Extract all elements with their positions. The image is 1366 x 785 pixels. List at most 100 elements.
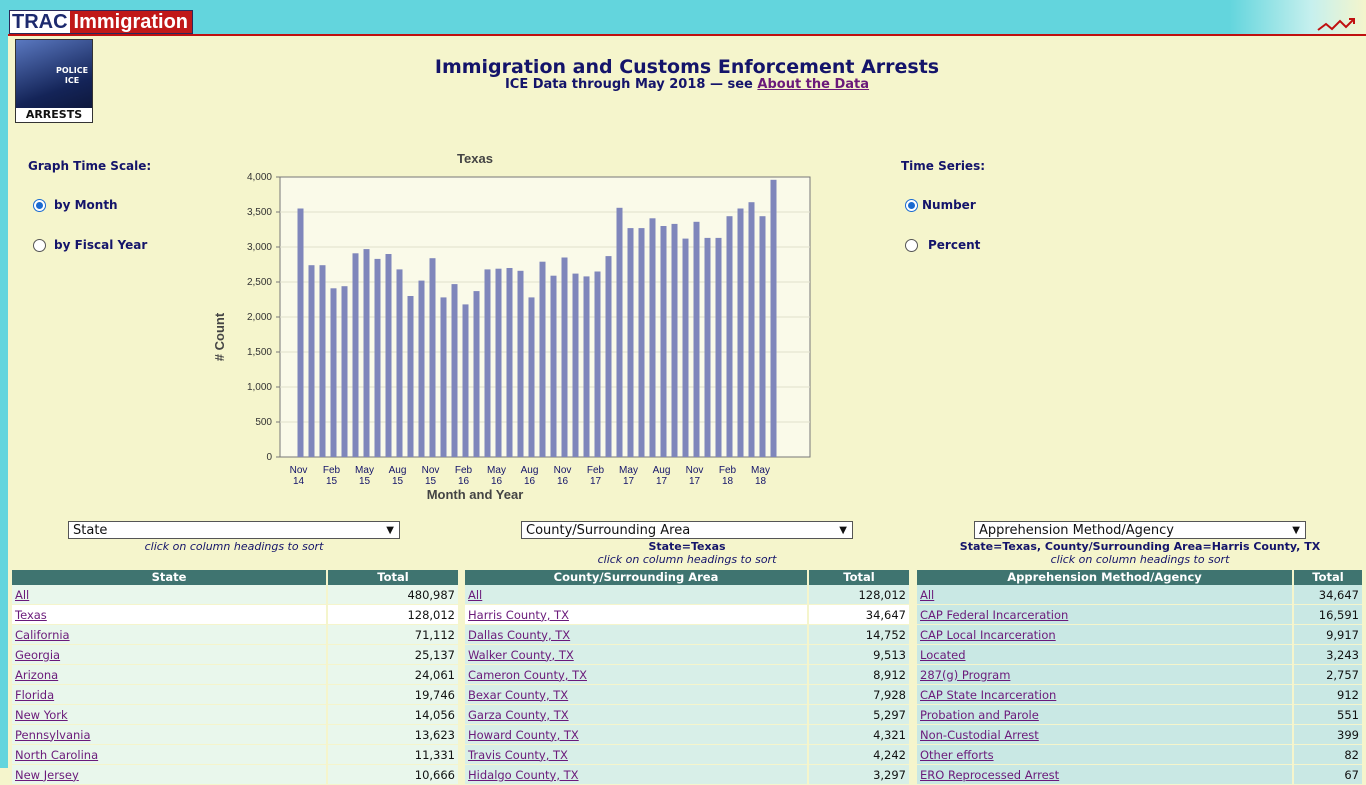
apprehension-dropdown[interactable]: Apprehension Method/Agency ▼ [974,521,1306,539]
county-dropdown[interactable]: County/Surrounding Area ▼ [521,521,853,539]
county-filter-text: State=Texas [648,540,726,553]
row-link[interactable]: Arizona [15,668,58,682]
table-row[interactable]: Walker County, TX 9,513 [465,645,909,665]
row-link[interactable]: Non-Custodial Arrest [920,728,1039,742]
row-link[interactable]: Harris County, TX [468,608,569,622]
radio-selected-icon[interactable] [905,198,918,212]
row-link[interactable]: Dallas County, TX [468,628,570,642]
table-row[interactable]: Non-Custodial Arrest 399 [917,725,1362,745]
by-month-radio[interactable]: by Month [33,198,118,212]
row-link[interactable]: Located [920,648,966,662]
column-header-name[interactable]: State [12,570,326,585]
x-tick-label-month: Feb [719,465,737,476]
radio-unselected-icon[interactable] [905,238,918,252]
row-total-cell: 128,012 [809,585,909,605]
column-header-total[interactable]: Total [328,570,458,585]
row-link[interactable]: Pennsylvania [15,728,91,742]
x-tick-label-month: May [487,465,506,476]
row-total-cell: 9,513 [809,645,909,665]
row-link[interactable]: Walker County, TX [468,648,574,662]
table-header-row: Apprehension Method/Agency Total [917,570,1362,585]
by-fiscal-year-radio[interactable]: by Fiscal Year [33,238,147,252]
table-row[interactable]: Pennsylvania 13,623 [12,725,458,745]
percent-radio[interactable]: Percent [905,238,980,252]
chart-title: Texas [457,151,493,166]
row-label-cell: New York [12,705,326,725]
radio-selected-icon[interactable] [33,198,46,212]
row-label-cell: Florida [12,685,326,705]
trac-immigration-logo[interactable]: TRAC Immigration [9,10,193,34]
table-row[interactable]: Georgia 25,137 [12,645,458,665]
sort-hint: click on column headings to sort [1050,553,1230,566]
chart-bar [363,249,370,457]
table-row[interactable]: All 34,647 [917,585,1362,605]
row-label-cell: ERO Reprocessed Arrest [917,765,1292,785]
table-row[interactable]: Harris County, TX 34,647 [465,605,909,625]
row-link[interactable]: Hidalgo County, TX [468,768,579,782]
row-link[interactable]: North Carolina [15,748,98,762]
column-header-total[interactable]: Total [1294,570,1362,585]
table-row[interactable]: CAP Federal Incarceration 16,591 [917,605,1362,625]
row-label-cell: Probation and Parole [917,705,1292,725]
row-link[interactable]: New Jersey [15,768,79,782]
table-row[interactable]: California 71,112 [12,625,458,645]
table-row[interactable]: Located 3,243 [917,645,1362,665]
row-link[interactable]: Garza County, TX [468,708,569,722]
row-link[interactable]: Georgia [15,648,60,662]
row-link[interactable]: CAP Local Incarceration [920,628,1056,642]
row-link[interactable]: New York [15,708,68,722]
row-label-cell: Located [917,645,1292,665]
number-radio[interactable]: Number [905,198,976,212]
row-link[interactable]: CAP Federal Incarceration [920,608,1068,622]
column-header-total[interactable]: Total [809,570,909,585]
row-total-cell: 10,666 [328,765,458,785]
row-link[interactable]: Probation and Parole [920,708,1039,722]
table-row[interactable]: Howard County, TX 4,321 [465,725,909,745]
y-tick-label: 500 [255,417,272,428]
row-link[interactable]: Howard County, TX [468,728,579,742]
table-row[interactable]: Travis County, TX 4,242 [465,745,909,765]
column-header-name[interactable]: Apprehension Method/Agency [917,570,1292,585]
row-link[interactable]: California [15,628,70,642]
table-row[interactable]: Texas 128,012 [12,605,458,625]
row-link[interactable]: All [468,588,482,602]
chart-bar [451,284,458,457]
table-row[interactable]: Probation and Parole 551 [917,705,1362,725]
table-row[interactable]: ERO Reprocessed Arrest 67 [917,765,1362,785]
x-tick-label-year: 18 [722,476,734,487]
table-row[interactable]: North Carolina 11,331 [12,745,458,765]
table-row[interactable]: Cameron County, TX 8,912 [465,665,909,685]
row-link[interactable]: CAP State Incarceration [920,688,1056,702]
row-link[interactable]: All [920,588,934,602]
table-row[interactable]: Garza County, TX 5,297 [465,705,909,725]
row-link[interactable]: Cameron County, TX [468,668,587,682]
table-row[interactable]: Dallas County, TX 14,752 [465,625,909,645]
table-row[interactable]: New Jersey 10,666 [12,765,458,785]
radio-unselected-icon[interactable] [33,238,46,252]
county-table: County/Surrounding Area Total All 128,012 Ha… [463,570,911,785]
table-row[interactable]: Florida 19,746 [12,685,458,705]
table-row[interactable]: All 128,012 [465,585,909,605]
row-link[interactable]: All [15,588,29,602]
table-row[interactable]: CAP Local Incarceration 9,917 [917,625,1362,645]
table-row[interactable]: Arizona 24,061 [12,665,458,685]
row-link[interactable]: 287(g) Program [920,668,1010,682]
row-link[interactable]: Travis County, TX [468,748,568,762]
table-row[interactable]: All 480,987 [12,585,458,605]
table-row[interactable]: New York 14,056 [12,705,458,725]
row-link[interactable]: ERO Reprocessed Arrest [920,768,1059,782]
table-row[interactable]: Hidalgo County, TX 3,297 [465,765,909,785]
row-link[interactable]: Florida [15,688,54,702]
row-link[interactable]: Texas [15,608,47,622]
row-link[interactable]: Bexar County, TX [468,688,568,702]
about-the-data-link[interactable]: About the Data [757,77,869,92]
table-row[interactable]: Other efforts 82 [917,745,1362,765]
state-dropdown[interactable]: State ▼ [68,521,400,539]
chart-bar [726,216,733,457]
table-row[interactable]: 287(g) Program 2,757 [917,665,1362,685]
chevron-down-icon: ▼ [1292,525,1300,536]
column-header-name[interactable]: County/Surrounding Area [465,570,807,585]
table-row[interactable]: Bexar County, TX 7,928 [465,685,909,705]
row-link[interactable]: Other efforts [920,748,994,762]
table-row[interactable]: CAP State Incarceration 912 [917,685,1362,705]
